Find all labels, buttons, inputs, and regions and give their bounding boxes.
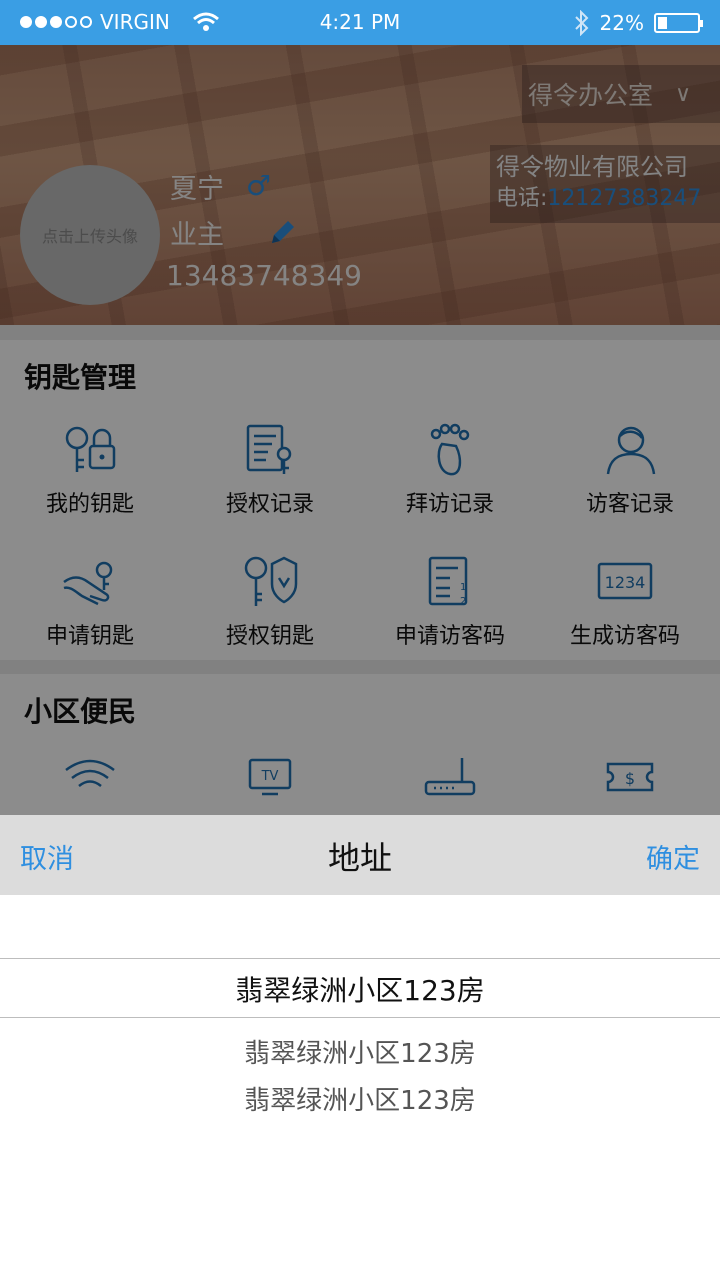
wifi-icon [65,759,115,787]
key-lock-icon [65,426,116,472]
grid-item-wifi[interactable] [0,754,180,810]
router-icon [424,758,476,796]
key-management-section: 钥匙管理 我的钥匙 授权记录 拜访记录 访客记录 申请钥匙 授权钥匙 1 2 申… [0,340,720,660]
coupon-icon: $ [606,762,654,792]
grid-item-label: 拜访记录 [405,492,494,517]
avatar-upload-label: 点击上传头像 [41,227,138,246]
grid-item-label: 授权记录 [225,492,314,517]
picker-option[interactable]: 翡翠绿洲小区123房 [0,1080,720,1117]
battery-icon [654,13,703,33]
user-phone: 13483748349 [166,259,362,292]
company-info: 得令物业有限公司 电话:12127383247 [490,145,720,223]
picker-option[interactable]: 翡翠绿洲小区123房 [0,1033,720,1070]
company-phone-row: 电话:12127383247 [496,183,720,215]
coupon-icon-text: $ [625,769,635,788]
list-numbers-icon: 1 2 [428,556,468,607]
tv-icon-text: TV [261,769,279,784]
user-role: 业主 [170,220,224,251]
code-1234-icon: 1234 [597,562,653,600]
grid-item-label: 申请访客码 [394,624,505,649]
company-phone-label: 电话: [496,186,548,211]
grid-item-coupon[interactable]: $ [540,754,720,810]
grid-item-apply-visitor-code[interactable]: 1 2 申请访客码 [350,554,550,650]
grid-item-label: 申请钥匙 [45,624,134,649]
bluetooth-icon [574,10,588,36]
grid-item-auth-records[interactable]: 授权记录 [180,422,360,518]
status-bar: VIRGIN 4:21 PM 22% [0,0,720,45]
pencil-icon[interactable] [268,217,298,247]
grid-item-label: 我的钥匙 [45,492,134,517]
key-shield-icon [244,556,298,606]
picker-divider-top [0,958,720,959]
chevron-down-icon: ∨ [675,81,692,107]
grid-item-label: 访客记录 [585,492,674,517]
male-icon: ♂ [246,169,272,202]
grid-item-apply-key[interactable]: 申请钥匙 [0,554,180,650]
grid-item-label: 授权钥匙 [225,624,314,649]
document-key-icon [246,424,292,474]
grid-item-visit-records[interactable]: 拜访记录 [360,422,540,518]
footprint-icon [430,423,470,476]
office-dropdown[interactable]: 得令办公室 ∨ [522,65,720,123]
company-name: 得令物业有限公司 [496,153,688,181]
grid-item-authorize-key[interactable]: 授权钥匙 [180,554,360,650]
grid-item-label: 生成访客码 [569,624,680,649]
address-picker-sheet: 地址 取消 确定 翡翠绿洲小区123房 翡翠绿洲小区123房 翡翠绿洲小区123… [0,815,720,1275]
picker-toolbar [0,815,720,895]
user-name: 夏宁 [170,174,224,205]
picker-selected-option[interactable]: 翡翠绿洲小区123房 [0,963,720,1019]
code-text: 1234 [605,573,646,592]
cancel-button[interactable]: 取消 [20,837,74,876]
grid-item-visitor-records[interactable]: 访客记录 [540,422,720,518]
picker-divider-bottom [0,1017,720,1018]
list-number-2: 2 [460,596,466,607]
office-name: 得令办公室 [528,81,654,110]
list-number-1: 1 [460,582,466,593]
confirm-button[interactable]: 确定 [646,837,700,876]
profile-header: 得令办公室 ∨ 得令物业有限公司 电话:12127383247 点击上传头像 夏… [0,45,720,325]
tv-icon: TV [248,758,292,796]
hand-key-icon [63,561,113,606]
avatar-upload[interactable]: 点击上传头像 [20,165,160,305]
company-phone-number[interactable]: 12127383247 [547,186,701,211]
grid-item-tv[interactable]: TV [180,754,360,810]
battery-percent: 22% [599,11,644,35]
section-title: 小区便民 [24,695,137,728]
section-title: 钥匙管理 [24,361,137,394]
grid-item-generate-visitor-code[interactable]: 1234 生成访客码 [530,554,720,650]
grid-item-broadband[interactable] [360,754,540,810]
grid-item-my-keys[interactable]: 我的钥匙 [0,422,180,518]
user-icon [606,426,656,475]
